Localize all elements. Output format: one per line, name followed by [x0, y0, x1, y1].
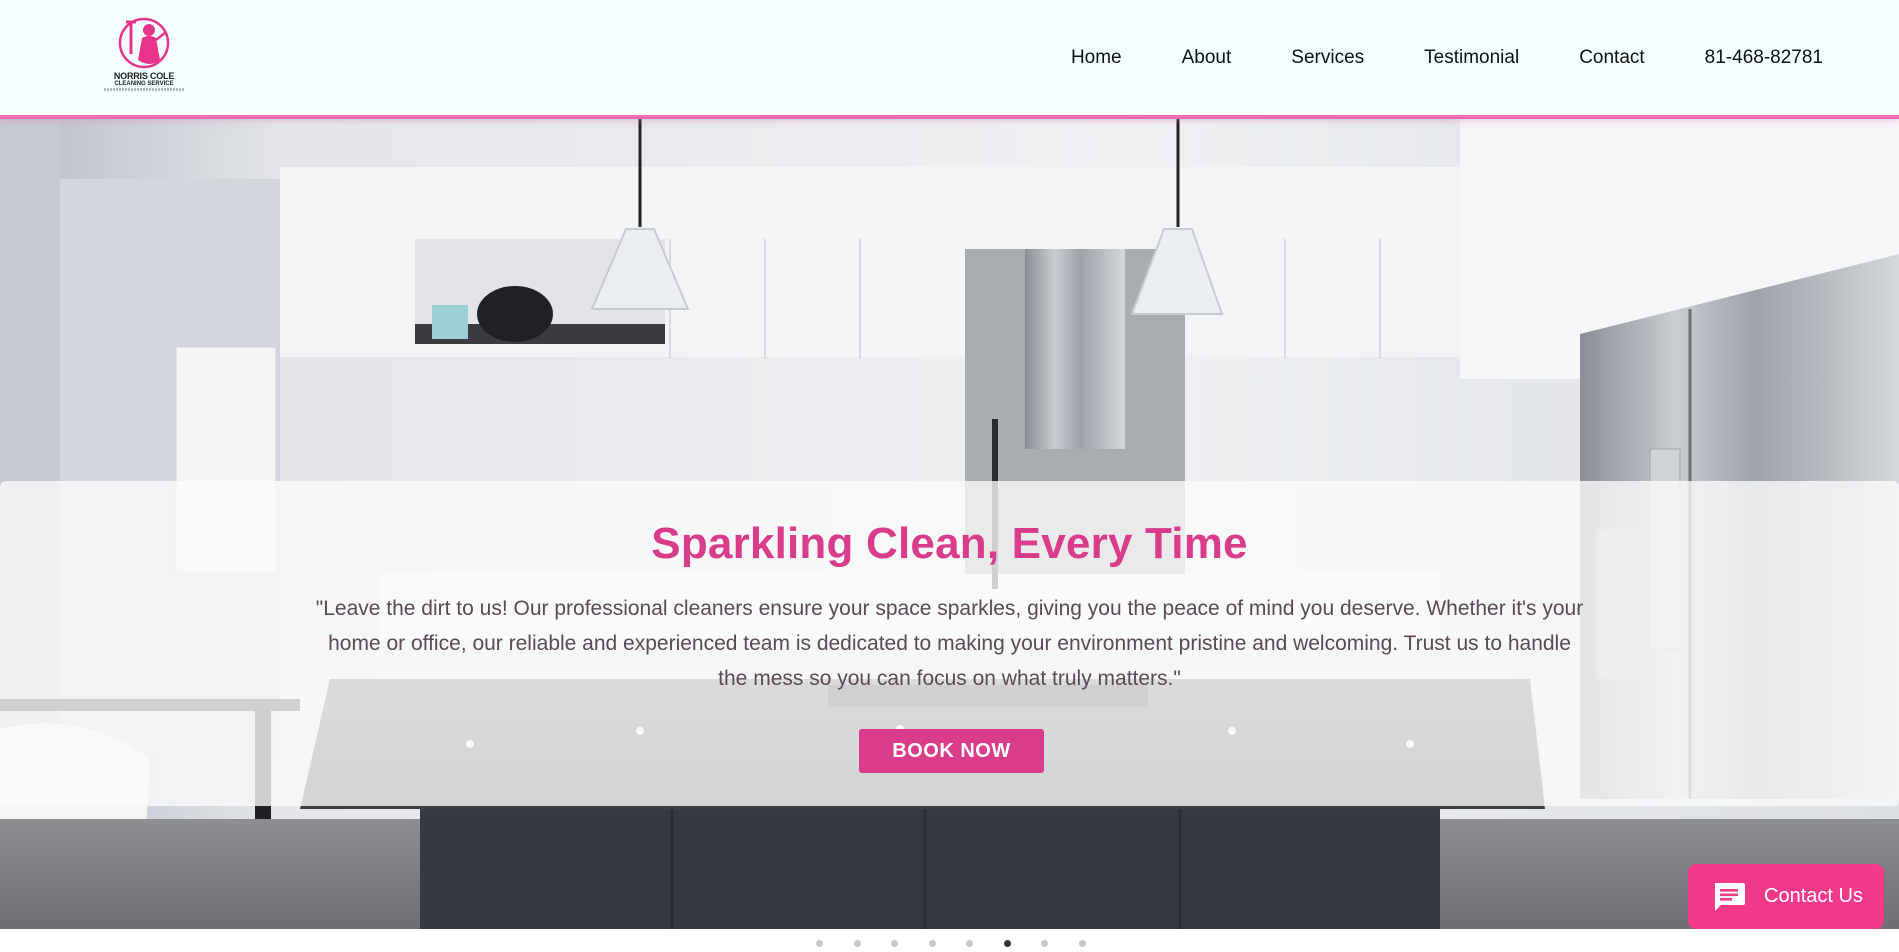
slider-dot[interactable] [1078, 940, 1086, 947]
slider-dot[interactable] [816, 940, 823, 947]
nav-contact[interactable]: Contact [1579, 46, 1644, 70]
contact-us-label: Contact Us [1764, 885, 1863, 907]
logo-subtitle: CLEANING SERVICE [114, 81, 174, 87]
chat-bubble-icon [1715, 883, 1745, 911]
slider-dot[interactable] [853, 940, 861, 947]
slider-dot[interactable] [928, 940, 936, 947]
nav-phone[interactable]: 81-468-82781 [1705, 46, 1823, 70]
logo-maid-icon [118, 17, 170, 69]
brand-logo[interactable]: NORRIS COLE CLEANING SERVICE [104, 16, 184, 100]
contact-us-widget[interactable]: Contact Us [1688, 864, 1884, 929]
slider-dot[interactable] [1041, 940, 1048, 947]
slider-dot[interactable] [891, 940, 898, 947]
site-header: NORRIS COLE CLEANING SERVICE Home About … [0, 0, 1899, 119]
hero-slider: Sparkling Clean, Every Time "Leave the d… [0, 119, 1899, 929]
logo-tagline-decoration [104, 88, 184, 91]
logo-name: NORRIS COLE [113, 71, 175, 81]
nav-home[interactable]: Home [1071, 46, 1122, 70]
slider-pagination [816, 940, 1116, 947]
hero-caption-panel: Sparkling Clean, Every Time "Leave the d… [0, 481, 1899, 806]
slider-dot[interactable] [1003, 940, 1011, 947]
nav-about[interactable]: About [1182, 46, 1232, 70]
slider-dot[interactable] [966, 940, 973, 947]
main-nav: Home About Services Testimonial Contact … [1011, 46, 1823, 70]
hero-title: Sparkling Clean, Every Time [651, 519, 1248, 568]
nav-testimonial[interactable]: Testimonial [1424, 46, 1519, 70]
nav-services[interactable]: Services [1291, 46, 1364, 70]
book-now-button[interactable]: BOOK NOW [859, 729, 1044, 773]
hero-description: "Leave the dirt to us! Our professional … [315, 597, 1584, 690]
